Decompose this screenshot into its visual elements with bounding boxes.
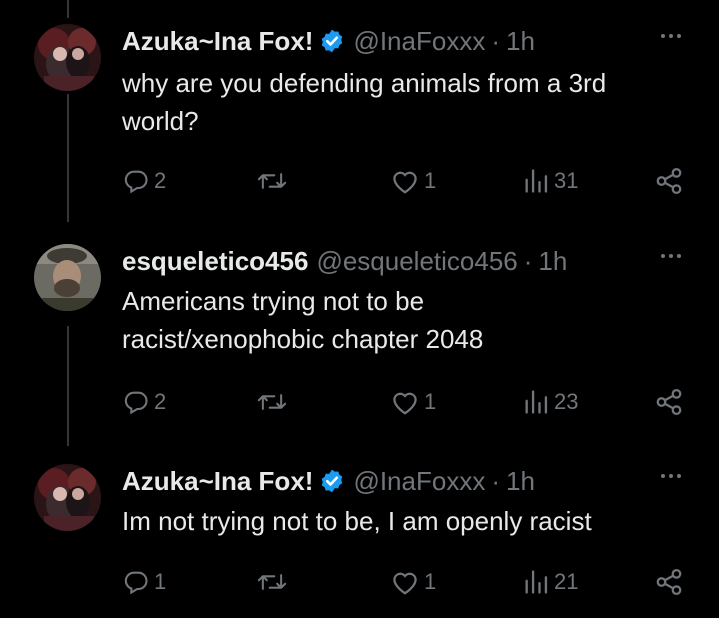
tweet-actions: 2 1 31 [0,161,719,201]
avatar[interactable] [34,464,101,531]
avatar[interactable] [34,24,101,91]
reply-button[interactable]: 2 [122,382,166,422]
retweet-icon [257,394,287,410]
separator: · [491,25,500,56]
reply-count: 1 [154,569,167,594]
like-button[interactable]: 1 [390,161,436,201]
tweet-actions: 2 1 23 [0,382,719,422]
tweet-header: esqueletico456 @esqueletico456 · 1h [122,244,567,278]
views-icon [525,390,548,414]
reply-count: 2 [154,389,167,414]
like-icon [393,572,417,595]
reply-button[interactable]: 1 [122,562,166,602]
thread-line-1 [67,94,69,222]
reply-icon [124,571,148,595]
tweet-header: Azuka~Ina Fox! @InaFoxxx · 1h [122,24,535,58]
share-icon [656,569,682,595]
like-icon [393,171,417,194]
separator: · [523,245,533,276]
verified-badge-icon [319,28,345,54]
views-button[interactable]: 21 [522,562,578,602]
retweet-button[interactable] [256,161,288,201]
timestamp[interactable]: 1h [506,466,535,497]
share-icon [656,168,682,194]
views-icon [525,570,548,594]
reply-button[interactable]: 2 [122,161,166,201]
tweet-text: Im not trying not to be, I am openly rac… [122,506,592,536]
author-handle[interactable]: @InaFoxxx [353,466,485,497]
share-button[interactable] [654,562,684,602]
like-count: 1 [424,389,437,414]
author-handle[interactable]: @InaFoxxx [353,26,485,57]
views-count: 23 [554,389,579,414]
author-name[interactable]: Azuka~Ina Fox! [122,466,313,497]
like-icon [393,392,417,415]
tweet-actions: 1 1 21 [0,562,719,602]
views-count: 31 [554,168,579,193]
like-count: 1 [424,168,437,193]
retweet-icon [257,173,287,189]
timestamp[interactable]: 1h [538,246,567,277]
thread-line-top [67,0,69,18]
share-button[interactable] [654,382,684,422]
author-name[interactable]: Azuka~Ina Fox! [122,26,313,57]
author-handle[interactable]: @esqueletico456 [316,246,517,277]
retweet-button[interactable] [256,562,288,602]
views-button[interactable]: 31 [522,161,578,201]
share-icon [656,389,682,415]
reply-icon [124,391,148,415]
tweet-text: Americans trying not to be racist/xenoph… [122,286,484,354]
views-count: 21 [554,569,579,594]
reply-count: 2 [154,168,167,193]
like-button[interactable]: 1 [390,382,436,422]
more-icon[interactable] [661,254,681,258]
views-button[interactable]: 23 [522,382,578,422]
reply-icon [124,170,148,194]
more-icon[interactable] [661,474,681,478]
tweet-text: why are you defending animals from a 3rd… [122,68,607,136]
share-button[interactable] [654,161,684,201]
like-button[interactable]: 1 [390,562,436,602]
retweet-button[interactable] [256,382,288,422]
like-count: 1 [424,569,437,594]
separator: · [491,465,500,496]
retweet-icon [257,574,287,590]
more-icon[interactable] [661,34,681,38]
author-name[interactable]: esqueletico456 [122,246,308,277]
views-icon [525,169,548,193]
verified-badge-icon [319,468,345,494]
avatar[interactable] [34,244,101,311]
timestamp[interactable]: 1h [506,26,535,57]
tweet-header: Azuka~Ina Fox! @InaFoxxx · 1h [122,464,535,498]
